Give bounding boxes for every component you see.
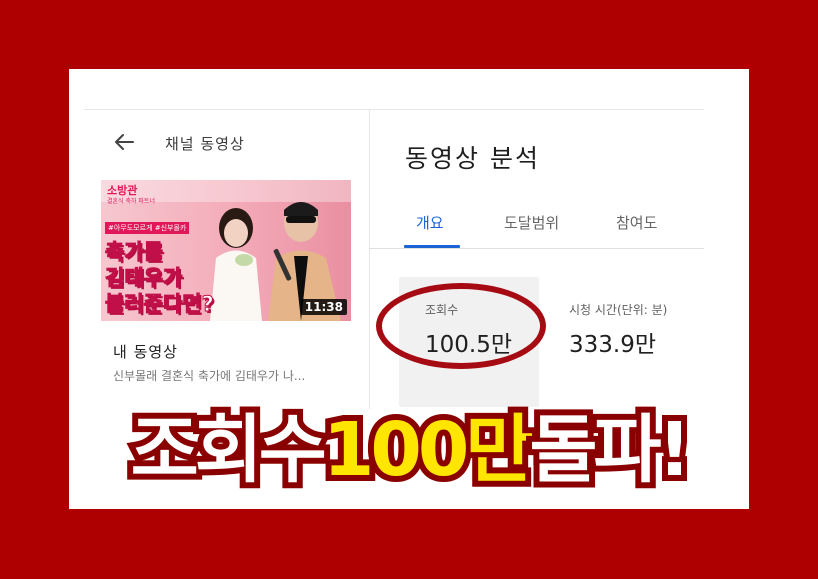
highlight-circle <box>376 283 546 369</box>
video-title[interactable]: 신부몰래 결혼식 축가에 김태우가 나... <box>113 367 353 384</box>
banner-text-million: 100만 <box>317 401 540 499</box>
banner-text-views: 조회수 <box>125 401 333 499</box>
thumbnail-line-3: 불러준다면? <box>105 292 215 317</box>
video-thumbnail[interactable]: 소방관 결혼식 축하 파트너 #아무도모르게 #신부몰카 축가를 김태우가 불러… <box>101 180 351 321</box>
arrow-left-icon[interactable] <box>113 131 135 153</box>
banner-text-surpassed: 돌파! <box>523 401 697 499</box>
top-divider <box>84 109 704 110</box>
page-title: 동영상 분석 <box>405 144 540 173</box>
channel-videos-title: 채널 동영상 <box>165 135 245 153</box>
video-duration-badge: 11:38 <box>300 299 347 315</box>
tab-overview[interactable]: 개요 <box>416 212 444 233</box>
thumbnail-hashtags: #아무도모르게 #신부몰카 <box>105 222 190 234</box>
watch-time-value[interactable]: 333.9만 <box>569 325 656 359</box>
column-divider <box>369 109 370 409</box>
tab-engagement[interactable]: 참여도 <box>616 212 657 233</box>
active-tab-indicator <box>404 245 460 248</box>
tabs-baseline <box>369 248 704 249</box>
watch-time-label: 시청 시간(단위: 분) <box>569 303 668 317</box>
thumbnail-brand-sub: 결혼식 축하 파트너 <box>107 198 155 205</box>
tab-reach[interactable]: 도달범위 <box>504 212 559 233</box>
my-videos-label[interactable]: 내 동영상 <box>113 341 178 362</box>
headline-banner: 조회수100만돌파! <box>0 390 818 499</box>
